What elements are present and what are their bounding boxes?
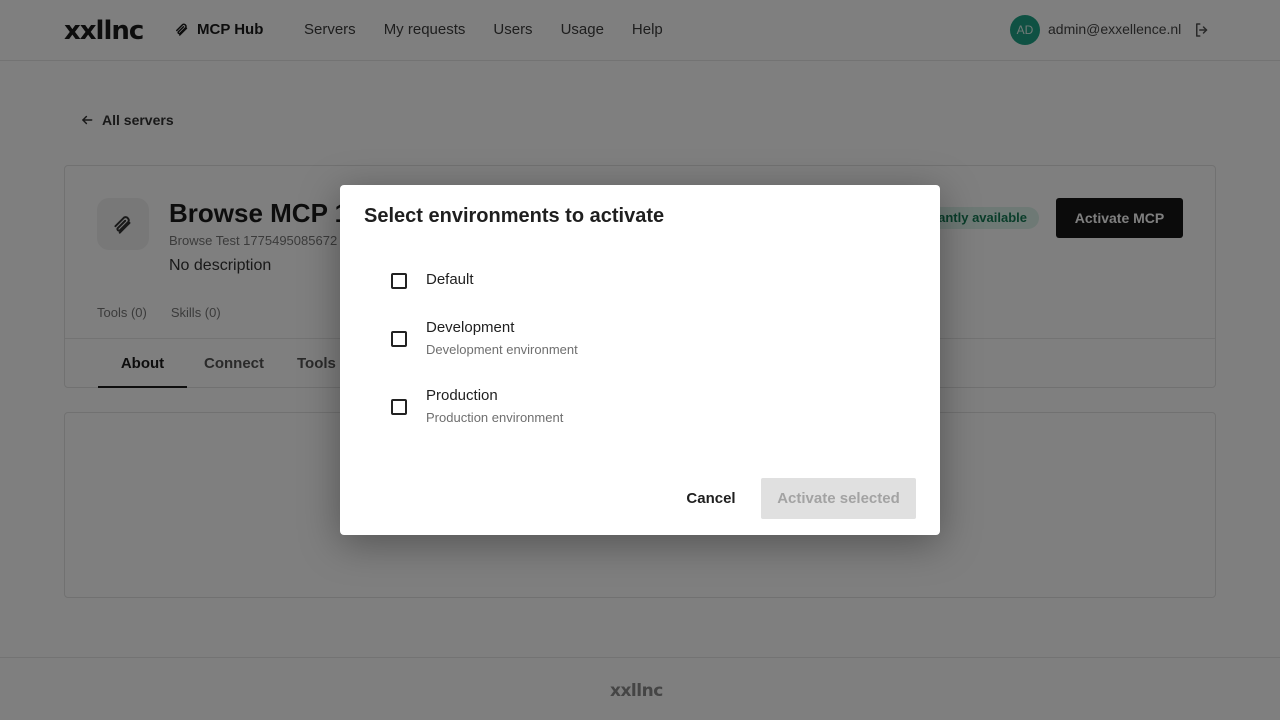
env-name: Production — [426, 387, 498, 404]
env-description: Production environment — [426, 410, 564, 425]
environment-modal: Select environments to activate Default … — [340, 185, 940, 535]
env-description: Development environment — [426, 342, 578, 357]
modal-title: Select environments to activate — [364, 205, 665, 227]
env-name: Default — [426, 271, 474, 288]
default-checkbox[interactable] — [391, 273, 407, 289]
env-name: Development — [426, 319, 515, 336]
activate-selected-button[interactable]: Activate selected — [761, 478, 916, 519]
production-checkbox[interactable] — [391, 399, 407, 415]
cancel-button[interactable]: Cancel — [672, 478, 750, 518]
development-checkbox[interactable] — [391, 331, 407, 347]
